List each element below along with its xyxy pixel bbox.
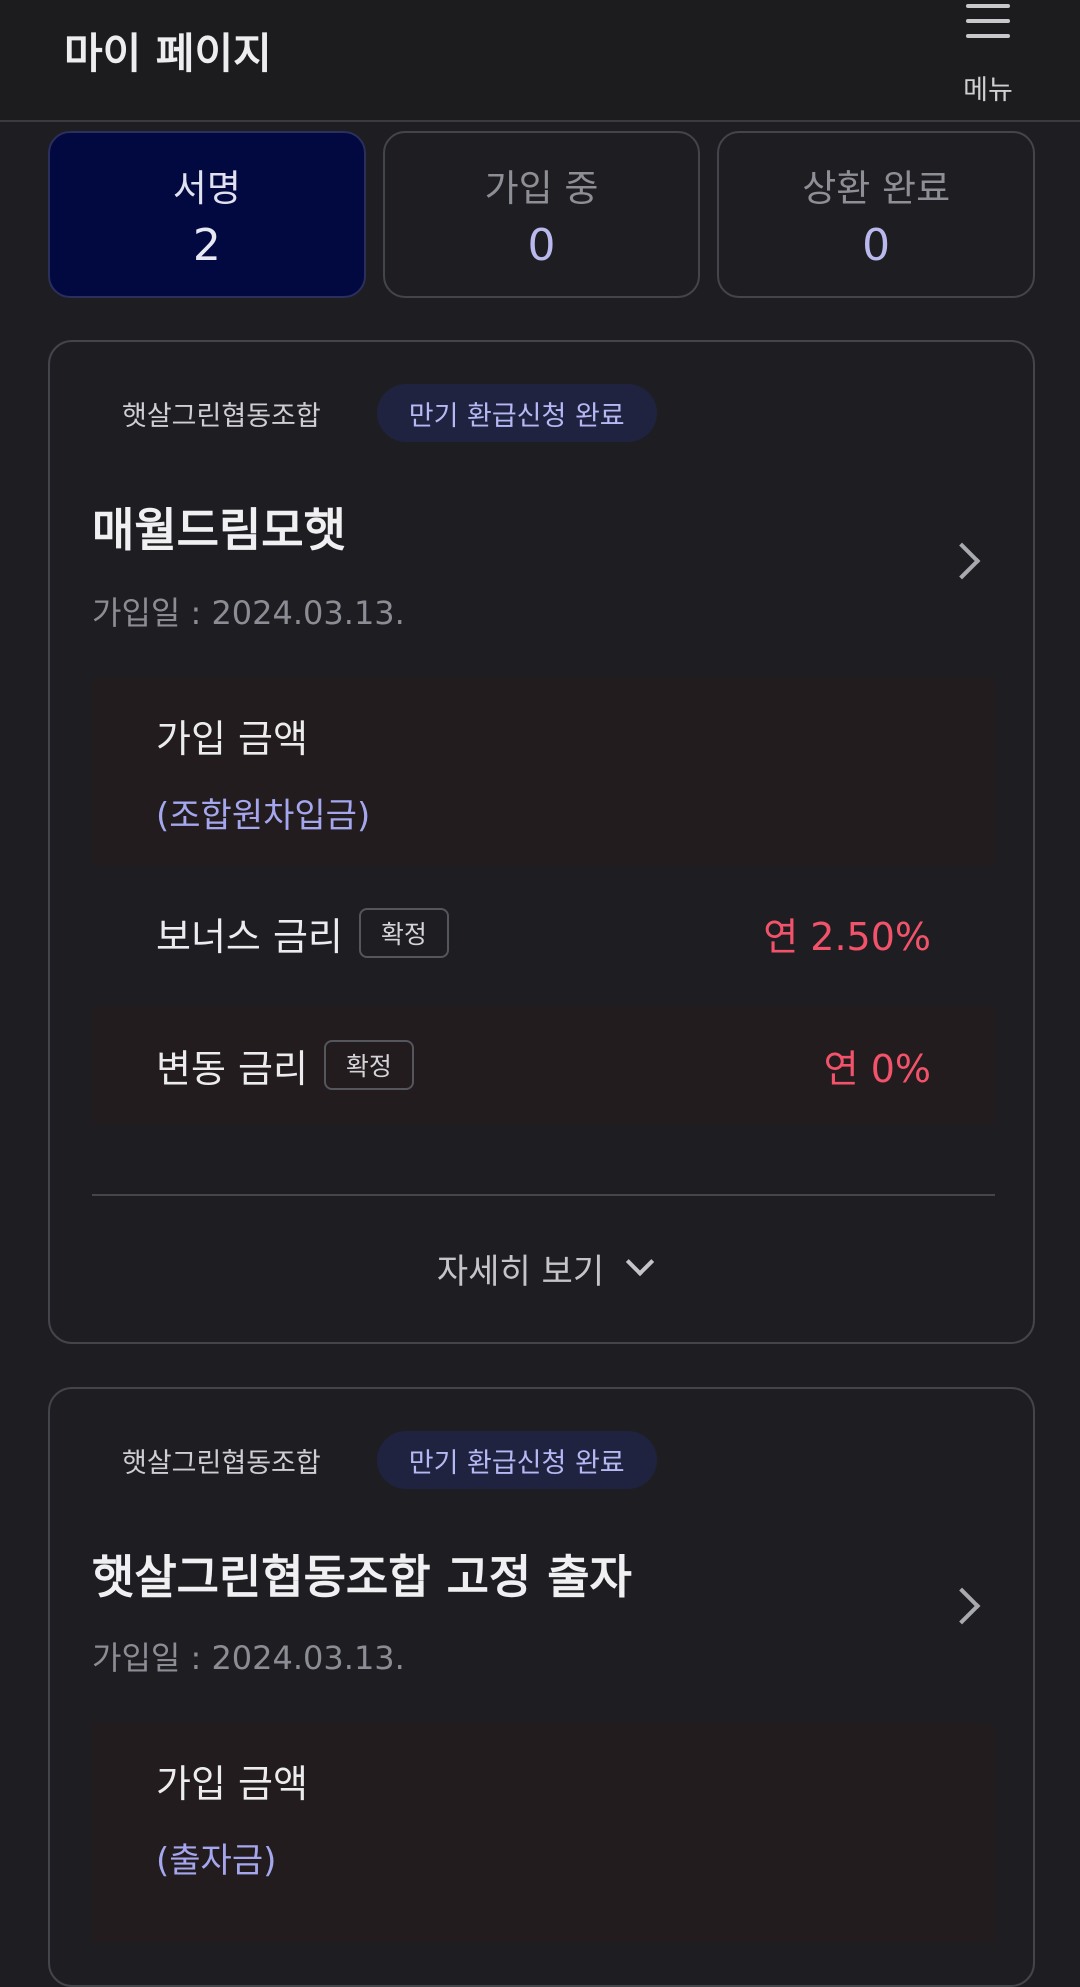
status-badge: 만기 환급신청 완료 bbox=[376, 384, 657, 442]
product-card: 햇살그린협동조합 만기 환급신청 완료 햇살그린협동조합 고정 출자 가입일 :… bbox=[48, 1387, 1035, 1987]
menu-button[interactable]: 메뉴 bbox=[952, 0, 1024, 110]
rate-value: 연 0% bbox=[823, 1046, 931, 1091]
variable-rate-row: 변동 금리 확정 연 0% bbox=[92, 1006, 995, 1124]
rate-label: 보너스 금리 bbox=[156, 914, 343, 959]
card-tags: 햇살그린협동조합 만기 환급신청 완료 bbox=[94, 384, 657, 442]
bonus-rate-row: 보너스 금리 확정 연 2.50% bbox=[92, 874, 995, 992]
view-details-label: 자세히 보기 bbox=[436, 1251, 605, 1292]
amount-label: 가입 금액 bbox=[156, 717, 308, 761]
tab-count: 0 bbox=[862, 220, 891, 271]
join-date: 가입일 : 2024.03.13. bbox=[92, 594, 405, 632]
page-title: 마이 페이지 bbox=[64, 29, 272, 78]
tab-signed[interactable]: 서명 2 bbox=[48, 131, 366, 298]
chevron-right-icon[interactable] bbox=[943, 542, 981, 580]
org-tag: 햇살그린협동조합 bbox=[94, 384, 353, 442]
app-header: 마이 페이지 메뉴 bbox=[0, 0, 1080, 122]
rate-value: 연 2.50% bbox=[763, 914, 931, 959]
product-card: 햇살그린협동조합 만기 환급신청 완료 매월드림모햇 가입일 : 2024.03… bbox=[48, 340, 1035, 1344]
tab-label: 서명 bbox=[172, 167, 241, 210]
status-summary-tabs: 서명 2 가입 중 0 상환 완료 0 bbox=[48, 131, 1036, 298]
chevron-down-icon bbox=[625, 1247, 655, 1277]
product-title[interactable]: 햇살그린협동조합 고정 출자 bbox=[92, 1541, 632, 1607]
amount-type: (조합원차입금) bbox=[156, 796, 371, 836]
amount-section: 가입 금액 (출자금) bbox=[92, 1723, 995, 1943]
hamburger-menu-icon[interactable] bbox=[966, 4, 1010, 40]
product-title[interactable]: 매월드림모햇 bbox=[92, 494, 346, 560]
card-tags: 햇살그린협동조합 만기 환급신청 완료 bbox=[94, 1431, 657, 1489]
divider bbox=[92, 1194, 995, 1196]
rate-label: 변동 금리 bbox=[156, 1046, 308, 1091]
menu-label[interactable]: 메뉴 bbox=[963, 68, 1013, 107]
tab-count: 2 bbox=[192, 220, 221, 271]
org-tag: 햇살그린협동조합 bbox=[94, 1431, 353, 1489]
tab-label: 가입 중 bbox=[484, 167, 599, 210]
tab-label: 상환 완료 bbox=[802, 167, 951, 210]
status-badge: 만기 환급신청 완료 bbox=[376, 1431, 657, 1489]
amount-section: 가입 금액 (조합원차입금) bbox=[92, 678, 995, 866]
view-details-button[interactable]: 자세히 보기 bbox=[50, 1238, 1037, 1298]
tab-joining[interactable]: 가입 중 0 bbox=[382, 131, 701, 298]
confirmed-badge: 확정 bbox=[358, 908, 449, 958]
chevron-right-icon[interactable] bbox=[943, 1587, 981, 1625]
amount-type: (출자금) bbox=[156, 1841, 277, 1881]
confirmed-badge: 확정 bbox=[323, 1040, 414, 1090]
tab-repaid[interactable]: 상환 완료 0 bbox=[717, 131, 1036, 298]
amount-label: 가입 금액 bbox=[156, 1762, 308, 1806]
join-date: 가입일 : 2024.03.13. bbox=[92, 1639, 405, 1677]
tab-count: 0 bbox=[527, 220, 556, 271]
